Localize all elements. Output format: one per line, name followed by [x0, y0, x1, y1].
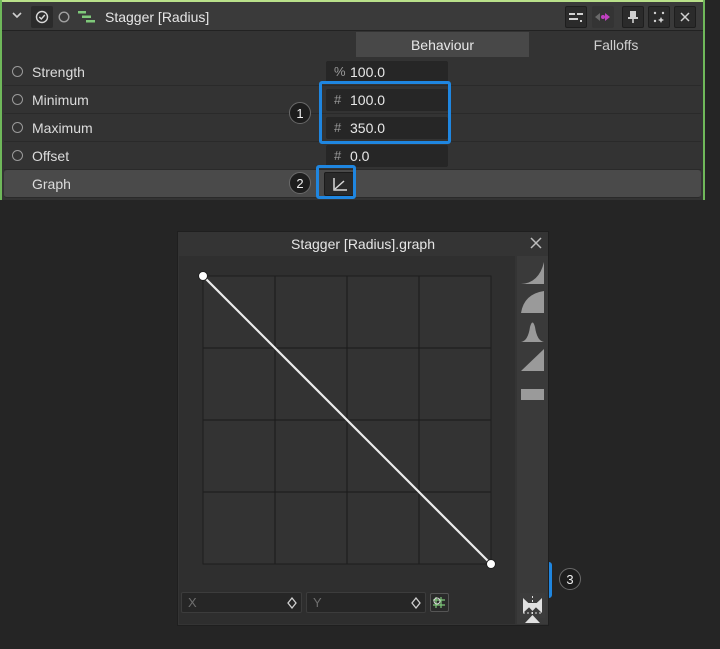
panel-title: Stagger [Radius]	[105, 9, 210, 25]
y-input[interactable]: Y	[306, 592, 426, 613]
preset-flat-icon[interactable]	[519, 375, 546, 402]
offset-value: 0.0	[350, 148, 370, 164]
stepper-icon[interactable]	[287, 597, 297, 609]
strength-label: Strength	[32, 64, 85, 80]
graph-plot	[198, 271, 496, 569]
callout-badge: 1	[289, 102, 311, 124]
preset-linear-icon[interactable]	[519, 346, 546, 373]
highlight-min-max	[319, 81, 451, 144]
callout-badge: 2	[289, 172, 311, 194]
graph-canvas[interactable]	[179, 256, 515, 590]
radio-icon[interactable]	[12, 122, 23, 133]
keyframe-nav-icon[interactable]	[592, 6, 614, 28]
offset-field[interactable]: # 0.0	[326, 145, 448, 167]
maximum-label: Maximum	[32, 120, 93, 136]
graph-window: Stagger [Radius].graph X Y	[177, 231, 549, 626]
x-input[interactable]: X	[181, 592, 302, 613]
graph-label: Graph	[32, 176, 71, 192]
preset-sidebar	[517, 256, 548, 624]
stepper-icon[interactable]	[411, 597, 421, 609]
callout-badge: 3	[559, 568, 581, 590]
radio-icon[interactable]	[12, 66, 23, 77]
tab-falloffs[interactable]: Falloffs	[530, 32, 702, 57]
offset-label: Offset	[32, 148, 70, 164]
strength-field[interactable]: % 100.0	[326, 61, 448, 83]
tab-bar: Behaviour Falloffs	[2, 31, 703, 58]
grid-snap-icon[interactable]	[430, 593, 449, 612]
curve-point-end[interactable]	[486, 559, 496, 569]
strength-value: 100.0	[350, 64, 386, 80]
chevron-down-icon[interactable]	[11, 9, 23, 21]
graph-window-title: Stagger [Radius].graph	[291, 235, 435, 252]
close-icon[interactable]	[674, 6, 696, 28]
minimum-label: Minimum	[32, 92, 89, 108]
coordinate-bar: X Y	[179, 590, 515, 624]
percent-unit: %	[334, 64, 346, 79]
preset-bell-icon[interactable]	[519, 317, 546, 344]
close-icon[interactable]	[528, 235, 544, 251]
preset-ease-in-icon[interactable]	[519, 259, 546, 286]
panel-header: Stagger [Radius]	[2, 0, 703, 31]
tab-behaviour[interactable]: Behaviour	[356, 32, 529, 57]
flip-vertical-icon[interactable]	[520, 601, 545, 625]
radio-icon[interactable]	[58, 11, 70, 23]
check-circle-icon[interactable]	[31, 6, 53, 28]
y-placeholder: Y	[313, 595, 322, 610]
spark-icon[interactable]	[648, 6, 670, 28]
sort-icon[interactable]	[565, 6, 587, 28]
curve-point-start[interactable]	[198, 271, 208, 281]
x-placeholder: X	[188, 595, 197, 610]
pin-icon[interactable]	[622, 6, 644, 28]
preset-ease-out-icon[interactable]	[519, 288, 546, 315]
highlight-graph-button	[316, 165, 356, 199]
radio-icon[interactable]	[12, 150, 23, 161]
stagger-icon	[78, 10, 96, 24]
hash-unit: #	[334, 148, 342, 163]
radio-icon[interactable]	[12, 94, 23, 105]
